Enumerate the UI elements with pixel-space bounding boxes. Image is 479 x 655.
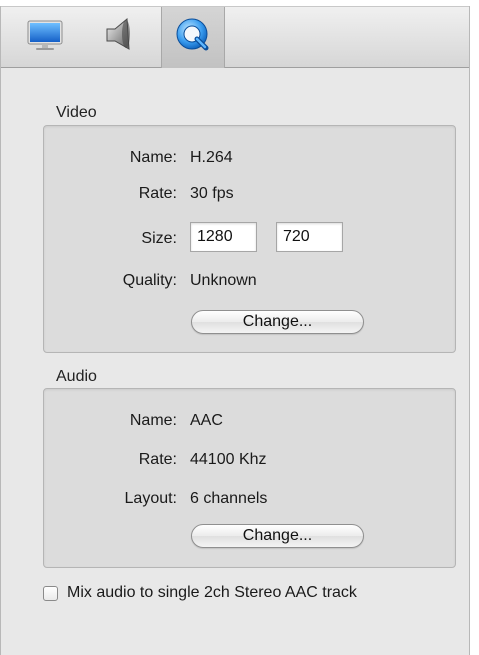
- video-quality-value: Unknown: [190, 272, 257, 289]
- settings-panel: Video Name: H.264 Rate: 30 fps Size: Qua…: [0, 6, 470, 655]
- audio-rate-label: Rate:: [138, 451, 177, 468]
- tab-audio[interactable]: [87, 7, 151, 68]
- toolbar: [1, 6, 469, 68]
- video-quality-label: Quality:: [122, 272, 177, 289]
- video-height-field[interactable]: [276, 222, 343, 252]
- mix-audio-checkbox[interactable]: [43, 585, 58, 601]
- audio-name-value: AAC: [190, 412, 223, 429]
- video-name-value: H.264: [190, 149, 233, 166]
- video-rate-value: 30 fps: [190, 185, 234, 202]
- quicktime-icon: [173, 15, 213, 60]
- audio-layout-value: 6 channels: [190, 490, 268, 507]
- video-name-label: Name:: [129, 149, 177, 166]
- video-size-label: Size:: [141, 230, 177, 247]
- tab-display[interactable]: [13, 7, 77, 68]
- tab-video[interactable]: [161, 7, 225, 68]
- video-width-field[interactable]: [190, 222, 257, 252]
- audio-name-label: Name:: [129, 412, 177, 429]
- video-rate-label: Rate:: [138, 185, 177, 202]
- audio-layout-label: Layout:: [124, 490, 177, 507]
- audio-change-button[interactable]: Change...: [191, 524, 364, 548]
- display-icon: [25, 18, 65, 57]
- mix-audio-label: Mix audio to single 2ch Stereo AAC track: [67, 584, 357, 601]
- mix-audio-option[interactable]: Mix audio to single 2ch Stereo AAC track: [43, 584, 357, 602]
- audio-section-label: Audio: [56, 368, 97, 385]
- video-group: Name: H.264 Rate: 30 fps Size: Quality: …: [43, 125, 456, 353]
- audio-rate-value: 44100 Khz: [190, 451, 267, 468]
- audio-group: Name: AAC Rate: 44100 Khz Layout: 6 chan…: [43, 388, 456, 568]
- speaker-icon: [99, 16, 139, 59]
- video-section-label: Video: [56, 104, 97, 121]
- video-change-button[interactable]: Change...: [191, 310, 364, 334]
